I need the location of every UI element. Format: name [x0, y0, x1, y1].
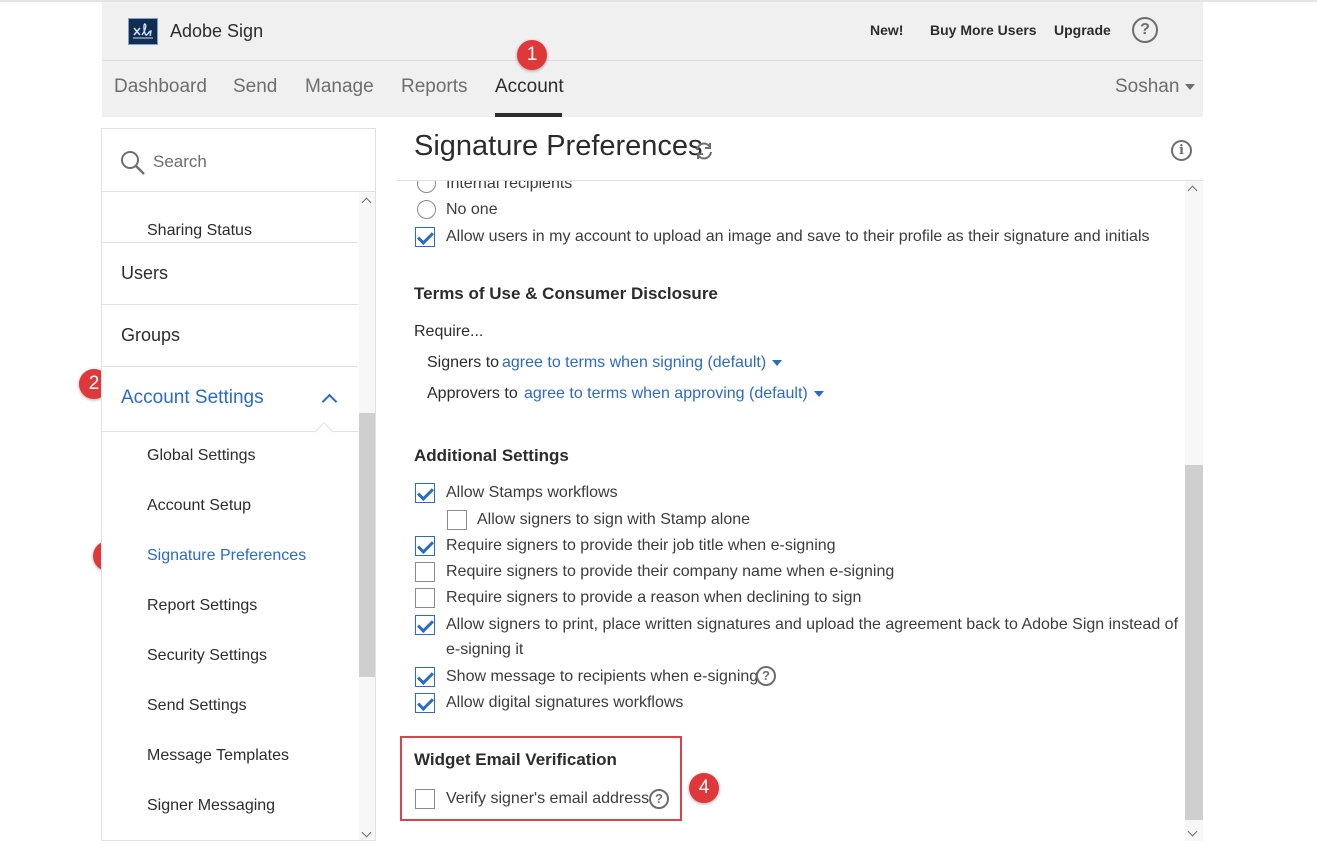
app-header: Adobe Sign New! Buy More Users Upgrade ? [102, 2, 1203, 60]
approvers-terms-select[interactable]: agree to terms when approving (default) [524, 385, 824, 403]
checkbox-require-job-title[interactable] [415, 536, 435, 556]
tab-manage[interactable]: Manage [305, 76, 374, 98]
scroll-down-icon[interactable] [1187, 826, 1198, 837]
option-label: Require signers to provide their company… [446, 563, 895, 580]
approvers-label: Approvers to [427, 385, 518, 402]
sidebar-item-global-settings[interactable]: Global Settings [147, 447, 256, 465]
checkbox-require-decline-reason[interactable] [415, 588, 435, 608]
checkbox-allow-print-upload[interactable] [415, 615, 435, 635]
sidebar-list: Sharing Status Users Groups Account Sett… [102, 193, 358, 840]
tab-send[interactable]: Send [233, 76, 277, 98]
sidebar-item-message-templates[interactable]: Message Templates [147, 747, 289, 765]
sidebar-item-account-settings[interactable]: Account Settings [102, 367, 358, 432]
option-label: Require signers to provide a reason when… [446, 589, 862, 606]
scroll-down-icon[interactable] [361, 827, 372, 838]
option-label: Allow Stamps workflows [446, 484, 618, 501]
annotation-badge-1: 1 [517, 40, 547, 70]
tab-dashboard[interactable]: Dashboard [114, 76, 207, 98]
adobe-sign-logo-icon[interactable] [128, 18, 158, 45]
chevron-down-icon [1185, 83, 1196, 90]
option-label: Allow signers to print, place written si… [446, 616, 1179, 633]
sidebar-item-label: Users [121, 263, 169, 283]
tab-account[interactable]: Account [495, 76, 564, 98]
sidebar-item-report-settings[interactable]: Report Settings [147, 597, 257, 615]
main-nav: Dashboard Send Manage Reports Account So… [102, 60, 1203, 117]
option-label: Internal recipients [446, 181, 573, 192]
sidebar: Search Sharing Status Users Groups Accou… [101, 128, 376, 841]
scrollbar-thumb[interactable] [359, 413, 375, 677]
sidebar-item-signer-messaging[interactable]: Signer Messaging [147, 797, 275, 815]
checkbox-require-company[interactable] [415, 562, 435, 582]
chevron-down-icon [772, 359, 783, 366]
search-input[interactable]: Search [102, 129, 375, 192]
require-label: Require... [414, 323, 484, 340]
new-link[interactable]: New! [870, 22, 903, 38]
info-icon[interactable]: i [1171, 140, 1192, 161]
active-tab-indicator [495, 113, 562, 117]
chevron-down-icon [813, 390, 824, 397]
user-menu[interactable]: Soshan [1115, 76, 1196, 98]
select-value: agree to terms when signing (default) [502, 354, 767, 371]
option-label: No one [446, 201, 498, 218]
signers-label: Signers to [427, 354, 500, 371]
search-placeholder: Search [153, 152, 207, 171]
sidebar-item-account-setup[interactable]: Account Setup [147, 497, 251, 515]
option-label: Show message to recipients when e-signin… [446, 668, 759, 685]
checkbox-allow-upload-signature[interactable] [415, 227, 435, 247]
user-name: Soshan [1115, 76, 1180, 97]
upgrade-link[interactable]: Upgrade [1054, 22, 1111, 38]
sidebar-item-signature-preferences[interactable]: Signature Preferences [147, 547, 306, 565]
scroll-up-icon[interactable] [1187, 185, 1198, 196]
checkbox-allow-stamps[interactable] [415, 483, 435, 503]
sidebar-item-send-settings[interactable]: Send Settings [147, 697, 247, 715]
scrollbar-thumb[interactable] [1185, 465, 1203, 820]
refresh-icon[interactable] [694, 141, 714, 161]
help-icon[interactable]: ? [756, 666, 776, 686]
sidebar-item-label: Groups [121, 325, 181, 345]
section-heading-additional: Additional Settings [414, 446, 569, 465]
option-label-continued: e-signing it [446, 641, 524, 658]
option-label: Allow signers to sign with Stamp alone [477, 511, 751, 528]
help-icon[interactable]: ? [1132, 17, 1158, 43]
sidebar-item-label: Account Settings [121, 387, 264, 408]
app-title: Adobe Sign [170, 21, 264, 41]
signers-terms-select[interactable]: agree to terms when signing (default) [502, 354, 783, 372]
sidebar-item-security-settings[interactable]: Security Settings [147, 647, 267, 665]
annotation-highlight-box [400, 736, 682, 821]
checkbox-show-message[interactable] [415, 667, 435, 687]
radio-internal-recipients[interactable] [417, 181, 436, 193]
select-value: agree to terms when approving (default) [524, 385, 808, 402]
section-heading-terms: Terms of Use & Consumer Disclosure [414, 284, 718, 303]
chevron-up-icon [321, 393, 338, 410]
search-icon [121, 151, 145, 175]
checkbox-stamp-alone[interactable] [447, 510, 467, 530]
sidebar-item-groups[interactable]: Groups [102, 305, 358, 367]
buy-more-users-link[interactable]: Buy More Users [930, 22, 1037, 38]
sidebar-item-sharing-status[interactable]: Sharing Status [147, 222, 252, 240]
scroll-up-icon[interactable] [361, 197, 372, 208]
checkbox-digital-signatures[interactable] [415, 693, 435, 713]
option-label: Allow users in my account to upload an i… [446, 228, 1150, 245]
option-label: Allow digital signatures workflows [446, 694, 684, 711]
content-scrollbar[interactable] [1185, 181, 1203, 841]
tab-reports[interactable]: Reports [401, 76, 468, 98]
sidebar-item-users[interactable]: Users [102, 242, 358, 305]
radio-no-one[interactable] [417, 200, 436, 219]
option-label: Require signers to provide their job tit… [446, 537, 836, 554]
sidebar-scrollbar[interactable] [359, 193, 375, 840]
page-title: Signature Preferences [414, 130, 703, 162]
